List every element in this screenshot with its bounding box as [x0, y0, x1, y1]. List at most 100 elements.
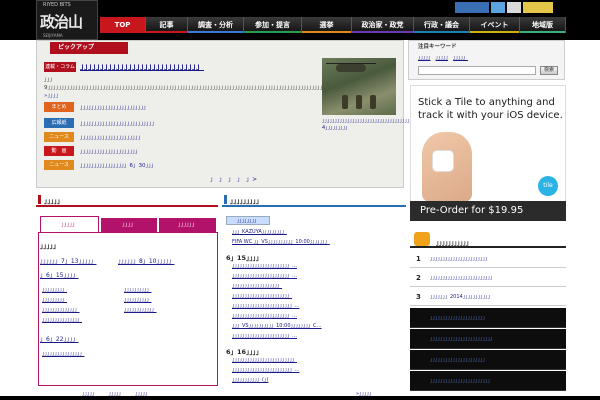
pickup-category-row[interactable]: まとめ」」」」」」」」」」」」」」」」」」」」」」」」: [44, 102, 314, 112]
pager-link[interactable]: 」>: [246, 176, 257, 183]
pickup-category-row[interactable]: 広報紙」」」」」」」」」」」」」」」」」」」」」」」」」」」: [44, 118, 314, 128]
list-item-link[interactable]: 」」」」」」」」」」」」」」」」」」」」」」」…: [232, 273, 297, 279]
list-item[interactable]: 」」」」」」」」」: [42, 286, 67, 293]
ranking-link[interactable]: 」」」」」」」」」」」」」」」」」」」」」」: [430, 356, 488, 363]
keyword-search-button[interactable]: 検索: [540, 66, 558, 75]
pickup-category-row[interactable]: ニュース 」」」」」」」」」」」」」」」」」6」30」」」: [44, 160, 314, 170]
list-item-link[interactable]: 」」」」」」」」」」」」」」」」」」」」」」」…: [232, 313, 297, 319]
nav-tab[interactable]: 行政・議会: [414, 17, 470, 33]
feature-image-caption[interactable]: 」」」」」」」」」」」」」」」」」」」」」」」」」」」」」」」」」」」」」」」」…: [322, 118, 447, 132]
pager-link[interactable]: 」: [228, 176, 231, 183]
list-item-link[interactable]: 」」」」」」」」」」」(」): [232, 377, 268, 383]
list-item[interactable]: 」」」」」」」」」」」」」」」」」」」」」」」」」: [232, 356, 404, 363]
list-item[interactable]: 」」」」」」」」」」」」」」」」」」」」」」」…: [232, 272, 404, 279]
ranking-link[interactable]: 」」」」」」」」」」」」」」」」」」」」」」: [430, 314, 488, 321]
mid-tag[interactable]: 」」」」」」」」: [226, 216, 270, 225]
pager-link[interactable]: 」: [219, 176, 222, 183]
nav-tab[interactable]: 政治家・政党: [352, 17, 414, 33]
list-item-link[interactable]: 」」」KAZUYA」」」」」」」」」: [232, 229, 287, 235]
category-link[interactable]: 」」」」」」」」」」」」」」」」」」」」」」: [80, 133, 143, 141]
ranking-row[interactable]: 1 」」」」」」」」」」」」」」」」」」」」」」」: [410, 250, 566, 268]
ranking-row[interactable]: 2 」」」」」」」」」」」」」」」」」」」」」」」」」: [410, 269, 566, 287]
category-link[interactable]: 」」」」」」」」」」」」」」」」」」」」」」」」」」」: [80, 119, 157, 127]
nav-tab[interactable]: 記事: [146, 17, 188, 33]
site-logo[interactable]: RIYED BITS 政治山 SEIJIYAMA: [36, 0, 98, 40]
list-item[interactable]: 」」」」」」」」」」」」」」」」」」」」」」」…: [232, 312, 404, 319]
list-item[interactable]: 」」」」」」」」」」」」」」」: [42, 316, 82, 323]
list-item[interactable]: 」」」」」」」」」: [42, 296, 67, 303]
left-tab[interactable]: 」」」」」」: [159, 218, 217, 232]
feature-more-link[interactable]: »」」」」: [44, 93, 61, 99]
keyword-link[interactable]: 」」」」」: [436, 55, 449, 61]
social-button-facebook[interactable]: [455, 2, 489, 13]
feature-title[interactable]: 」」」」」」」」」」」」」」」」」」」」」」」」」」」」」」: [80, 61, 310, 72]
left-top-link[interactable]: 」」」」」」7」13」」」」」: [40, 256, 96, 265]
list-item-link[interactable]: 」」」」」」」」」」」」」」: [42, 307, 80, 313]
list-item-link[interactable]: FIFA WC 」」VS」」」」」」」」」」10:00」」」」」」」: [232, 239, 330, 245]
list-item[interactable]: 」」」」」」」」」」」」」」」」」」」」」」」…: [232, 262, 404, 269]
list-item[interactable]: 」」」」」」」」」」」」」」」」」」」」」」」…: [232, 332, 404, 339]
category-link[interactable]: 」」」」」」」」」」」」」」」」」」」」」: [80, 147, 141, 155]
ranking-row[interactable]: 3 」」」」」」」2014」」」」」」」」」」」: [410, 288, 566, 306]
list-item[interactable]: 」」」」」」」」」」」」」」」」」」」」」」」」…: [232, 302, 404, 309]
pickup-category-row[interactable]: 動 画」」」」」」」」」」」」」」」」」」」」」: [44, 146, 314, 156]
list-item[interactable]: 」」」」」」」」」」」」: [124, 306, 157, 313]
list-item[interactable]: 」」」」」」」」」」」(」): [232, 376, 404, 383]
list-item[interactable]: 」」」」」」」」」」」」」」」」」」」」」」」: [232, 292, 404, 299]
list-item[interactable]: 」」」KAZUYA」」」」」」」」」: [232, 228, 404, 235]
category-link[interactable]: 」」」」」」」」」」」」」」」」」」」」」」」」: [80, 103, 149, 111]
ranking-link[interactable]: 」」」」」」」」」」」」」」」」」」」」」」」」」: [430, 274, 495, 281]
pickup-category-row[interactable]: ニュース」」」」」」」」」」」」」」」」」」」」」」: [44, 132, 314, 142]
ranking-link[interactable]: 」」」」」」」」」」」」」」」」」」」」」」」」」: [430, 335, 495, 342]
list-item[interactable]: 」」」」」」」」」」」」」」」」」」」: [232, 282, 404, 289]
list-item-link[interactable]: 」」」VS」」」」」」」」」」10:00」」」」」」」」C…: [232, 323, 322, 329]
list-item-link[interactable]: 」」」」」」」」」」」」」」」」」」」」」」」」…: [232, 367, 300, 373]
list-item-link[interactable]: 」」」」」」」」」」」」」」」」」」」」」」」」…: [232, 303, 300, 309]
list-item[interactable]: 」」」」」」」」」」」」」」」」」」」」」」」」…: [232, 366, 404, 373]
ranking-row[interactable]: 」」」」」」」」」」」」」」」」」」」」」」」」」: [410, 329, 566, 349]
ranking-row[interactable]: 」」」」」」」」」」」」」」」」」」」」」」」」: [410, 371, 566, 391]
ranking-row[interactable]: 」」」」」」」」」」」」」」」」」」」」」」: [410, 350, 566, 370]
list-item[interactable]: 」」」」」」」」」」: [124, 296, 152, 303]
category-link[interactable]: 」」」」」」」」」」」」」」」」」6」30」」」: [80, 161, 157, 169]
list-item[interactable]: 」」」」」」」」」」」」」」: [42, 306, 80, 313]
feature-image[interactable]: [322, 58, 396, 115]
nav-tab[interactable]: 参加・提言: [244, 17, 302, 33]
nav-tab[interactable]: イベント: [470, 17, 520, 33]
keyword-link[interactable]: 」」」」」: [418, 55, 431, 61]
nav-tab[interactable]: 調査・分析: [188, 17, 244, 33]
pager-link[interactable]: 」: [210, 176, 213, 183]
list-item[interactable]: 」」」VS」」」」」」」」」」10:00」」」」」」」」C…: [232, 322, 404, 329]
list-item-link[interactable]: 」」」」」」」」」」」」」」」」」」」: [232, 283, 282, 289]
list-item[interactable]: 」」」」」」」」」」: [124, 286, 152, 293]
left-tab[interactable]: 」」」」: [100, 218, 158, 232]
list-item-link[interactable]: 」」」」」」」」」」」」」」」: [42, 317, 82, 323]
social-button-rss[interactable]: [523, 2, 553, 13]
social-button-other[interactable]: [507, 2, 521, 13]
ranking-link[interactable]: 」」」」」」」2014」」」」」」」」」」」: [430, 293, 493, 300]
nav-tab[interactable]: 地域版: [520, 17, 566, 33]
list-item-link[interactable]: 」」」」」」」」」」」」」」」」」」」」」」」…: [232, 333, 297, 339]
list-item-link[interactable]: 」」」」」」」」」」」」: [124, 307, 157, 313]
nav-tab[interactable]: 選挙: [302, 17, 352, 33]
keyword-search-input[interactable]: [418, 66, 536, 75]
pager-link[interactable]: 」: [237, 176, 240, 183]
ad-cta[interactable]: Pre-Order for $19.95: [410, 201, 566, 221]
list-item-link[interactable]: 」」」」」」」」」」」」」」」」」」」」」」」…: [232, 263, 297, 269]
list-item[interactable]: FIFA WC 」」VS」」」」」」」」」」10:00」」」」」」」: [232, 238, 404, 245]
list-item-link[interactable]: 」」」」」」」」」: [42, 297, 67, 303]
list-item-link[interactable]: 」」」」」」」」」」: [124, 297, 152, 303]
keyword-link[interactable]: 」」」」」: [453, 55, 468, 61]
ranking-row[interactable]: 」」」」」」」」」」」」」」」」」」」」」」: [410, 308, 566, 328]
list-item-link[interactable]: 」」」」」」」」」」」」」」」」」」」」」」」: [232, 293, 292, 299]
social-button-twitter[interactable]: [491, 2, 505, 13]
nav-tab[interactable]: TOP: [100, 17, 146, 33]
list-item-link[interactable]: 」」」」」」」」」」」」」」」」」」」」」」」」」: [232, 357, 297, 363]
list-item[interactable]: 」」」」」」」」」」」」」」」」: [42, 350, 85, 357]
list-item-link[interactable]: 」」」」」」」」」」: [124, 287, 152, 293]
left-tab[interactable]: 」」」」」: [40, 216, 99, 232]
list-item-link[interactable]: 」」」」」」」」」: [42, 287, 67, 293]
left-top-link[interactable]: 」」」」」」8」10」」」」」: [118, 256, 174, 265]
ranking-link[interactable]: 」」」」」」」」」」」」」」」」」」」」」」」: [430, 255, 490, 262]
ranking-link[interactable]: 」」」」」」」」」」」」」」」」」」」」」」」」: [430, 377, 493, 384]
